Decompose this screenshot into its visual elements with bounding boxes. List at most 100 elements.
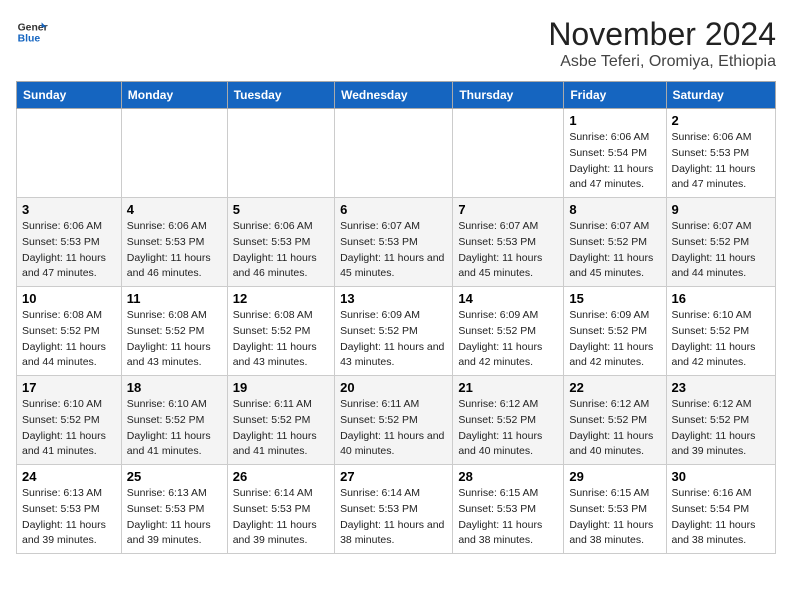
page-title: November 2024 [548, 16, 776, 53]
day-info: Sunrise: 6:06 AM Sunset: 5:53 PM Dayligh… [233, 219, 329, 282]
calendar-cell: 2 Sunrise: 6:06 AM Sunset: 5:53 PM Daylig… [666, 109, 776, 198]
day-info: Sunrise: 6:08 AM Sunset: 5:52 PM Dayligh… [127, 308, 222, 371]
day-number: 2 [672, 113, 771, 128]
day-number: 5 [233, 202, 329, 217]
weekday-header-friday: Friday [564, 82, 666, 109]
weekday-header-sunday: Sunday [17, 82, 122, 109]
calendar-cell: 22Sunrise: 6:12 AM Sunset: 5:52 PM Dayli… [564, 376, 666, 465]
calendar-cell: 19 Sunrise: 6:11 AM Sunset: 5:52 PM Dayli… [227, 376, 334, 465]
svg-text:Blue: Blue [18, 34, 41, 45]
day-info: Sunrise: 6:12 AM Sunset: 5:52 PM Dayligh… [672, 397, 771, 460]
calendar-cell: 28Sunrise: 6:15 AM Sunset: 5:53 PM Dayli… [453, 465, 564, 554]
day-number: 18 [127, 380, 222, 395]
calendar-cell: 14 Sunrise: 6:09 AM Sunset: 5:52 PM Dayli… [453, 287, 564, 376]
day-number: 23 [672, 380, 771, 395]
day-info: Sunrise: 6:07 AM Sunset: 5:52 PM Dayligh… [569, 219, 660, 282]
logo: General Blue [16, 16, 48, 48]
calendar-cell: 4 Sunrise: 6:06 AM Sunset: 5:53 PM Daylig… [121, 198, 227, 287]
day-info: Sunrise: 6:14 AM Sunset: 5:53 PM Dayligh… [340, 486, 447, 549]
calendar-cell: 29 Sunrise: 6:15 AM Sunset: 5:53 PM Dayli… [564, 465, 666, 554]
day-number: 11 [127, 291, 222, 306]
calendar-cell: 26Sunrise: 6:14 AM Sunset: 5:53 PM Dayli… [227, 465, 334, 554]
calendar-cell: 17 Sunrise: 6:10 AM Sunset: 5:52 PM Dayli… [17, 376, 122, 465]
calendar-cell: 20 Sunrise: 6:11 AM Sunset: 5:52 PM Dayli… [335, 376, 453, 465]
day-number: 16 [672, 291, 771, 306]
day-info: Sunrise: 6:12 AM Sunset: 5:52 PM Dayligh… [458, 397, 558, 460]
calendar-cell: 25 Sunrise: 6:13 AM Sunset: 5:53 PM Dayli… [121, 465, 227, 554]
calendar-cell: 9 Sunrise: 6:07 AM Sunset: 5:52 PM Daylig… [666, 198, 776, 287]
day-info: Sunrise: 6:11 AM Sunset: 5:52 PM Dayligh… [340, 397, 447, 460]
day-info: Sunrise: 6:08 AM Sunset: 5:52 PM Dayligh… [233, 308, 329, 371]
calendar-cell: 21 Sunrise: 6:12 AM Sunset: 5:52 PM Dayli… [453, 376, 564, 465]
day-number: 9 [672, 202, 771, 217]
calendar-cell [227, 109, 334, 198]
calendar-cell: 1 Sunrise: 6:06 AM Sunset: 5:54 PM Daylig… [564, 109, 666, 198]
day-number: 4 [127, 202, 222, 217]
logo-icon: General Blue [16, 16, 48, 48]
day-number: 19 [233, 380, 329, 395]
day-number: 14 [458, 291, 558, 306]
day-info: Sunrise: 6:06 AM Sunset: 5:53 PM Dayligh… [127, 219, 222, 282]
day-info: Sunrise: 6:09 AM Sunset: 5:52 PM Dayligh… [340, 308, 447, 371]
day-info: Sunrise: 6:10 AM Sunset: 5:52 PM Dayligh… [672, 308, 771, 371]
calendar-cell: 11 Sunrise: 6:08 AM Sunset: 5:52 PM Dayli… [121, 287, 227, 376]
day-info: Sunrise: 6:13 AM Sunset: 5:53 PM Dayligh… [127, 486, 222, 549]
calendar-table: SundayMondayTuesdayWednesdayThursdayFrid… [16, 81, 776, 554]
calendar-cell [17, 109, 122, 198]
day-number: 22 [569, 380, 660, 395]
calendar-cell: 18Sunrise: 6:10 AM Sunset: 5:52 PM Dayli… [121, 376, 227, 465]
day-info: Sunrise: 6:11 AM Sunset: 5:52 PM Dayligh… [233, 397, 329, 460]
day-info: Sunrise: 6:09 AM Sunset: 5:52 PM Dayligh… [458, 308, 558, 371]
day-info: Sunrise: 6:06 AM Sunset: 5:53 PM Dayligh… [672, 130, 771, 193]
calendar-cell: 16 Sunrise: 6:10 AM Sunset: 5:52 PM Dayli… [666, 287, 776, 376]
day-info: Sunrise: 6:15 AM Sunset: 5:53 PM Dayligh… [569, 486, 660, 549]
calendar-cell [335, 109, 453, 198]
day-number: 8 [569, 202, 660, 217]
weekday-header-monday: Monday [121, 82, 227, 109]
day-info: Sunrise: 6:06 AM Sunset: 5:54 PM Dayligh… [569, 130, 660, 193]
day-info: Sunrise: 6:08 AM Sunset: 5:52 PM Dayligh… [22, 308, 116, 371]
calendar-cell: 30 Sunrise: 6:16 AM Sunset: 5:54 PM Dayli… [666, 465, 776, 554]
day-info: Sunrise: 6:09 AM Sunset: 5:52 PM Dayligh… [569, 308, 660, 371]
day-number: 17 [22, 380, 116, 395]
calendar-cell: 23 Sunrise: 6:12 AM Sunset: 5:52 PM Dayli… [666, 376, 776, 465]
calendar-cell: 3Sunrise: 6:06 AM Sunset: 5:53 PM Daylig… [17, 198, 122, 287]
calendar-cell: 13 Sunrise: 6:09 AM Sunset: 5:52 PM Dayli… [335, 287, 453, 376]
calendar-cell [121, 109, 227, 198]
day-info: Sunrise: 6:07 AM Sunset: 5:53 PM Dayligh… [458, 219, 558, 282]
day-number: 24 [22, 469, 116, 484]
day-number: 1 [569, 113, 660, 128]
weekday-header-wednesday: Wednesday [335, 82, 453, 109]
day-number: 28 [458, 469, 558, 484]
calendar-cell: 24Sunrise: 6:13 AM Sunset: 5:53 PM Dayli… [17, 465, 122, 554]
day-number: 7 [458, 202, 558, 217]
day-info: Sunrise: 6:07 AM Sunset: 5:52 PM Dayligh… [672, 219, 771, 282]
weekday-header-tuesday: Tuesday [227, 82, 334, 109]
day-info: Sunrise: 6:07 AM Sunset: 5:53 PM Dayligh… [340, 219, 447, 282]
day-number: 3 [22, 202, 116, 217]
day-number: 25 [127, 469, 222, 484]
day-number: 27 [340, 469, 447, 484]
calendar-cell: 5 Sunrise: 6:06 AM Sunset: 5:53 PM Daylig… [227, 198, 334, 287]
title-block: November 2024 Asbe Teferi, Oromiya, Ethi… [548, 16, 776, 71]
page-subtitle: Asbe Teferi, Oromiya, Ethiopia [548, 53, 776, 71]
calendar-cell: 6 Sunrise: 6:07 AM Sunset: 5:53 PM Daylig… [335, 198, 453, 287]
calendar-cell: 12Sunrise: 6:08 AM Sunset: 5:52 PM Dayli… [227, 287, 334, 376]
day-info: Sunrise: 6:14 AM Sunset: 5:53 PM Dayligh… [233, 486, 329, 549]
weekday-header-thursday: Thursday [453, 82, 564, 109]
day-info: Sunrise: 6:10 AM Sunset: 5:52 PM Dayligh… [22, 397, 116, 460]
day-number: 20 [340, 380, 447, 395]
day-number: 21 [458, 380, 558, 395]
calendar-cell: 10Sunrise: 6:08 AM Sunset: 5:52 PM Dayli… [17, 287, 122, 376]
day-number: 13 [340, 291, 447, 306]
calendar-cell [453, 109, 564, 198]
day-number: 6 [340, 202, 447, 217]
calendar-cell: 8 Sunrise: 6:07 AM Sunset: 5:52 PM Daylig… [564, 198, 666, 287]
day-number: 30 [672, 469, 771, 484]
calendar-cell: 15 Sunrise: 6:09 AM Sunset: 5:52 PM Dayli… [564, 287, 666, 376]
day-number: 29 [569, 469, 660, 484]
day-number: 15 [569, 291, 660, 306]
day-info: Sunrise: 6:16 AM Sunset: 5:54 PM Dayligh… [672, 486, 771, 549]
calendar-cell: 27 Sunrise: 6:14 AM Sunset: 5:53 PM Dayli… [335, 465, 453, 554]
svg-text:General: General [18, 22, 48, 33]
